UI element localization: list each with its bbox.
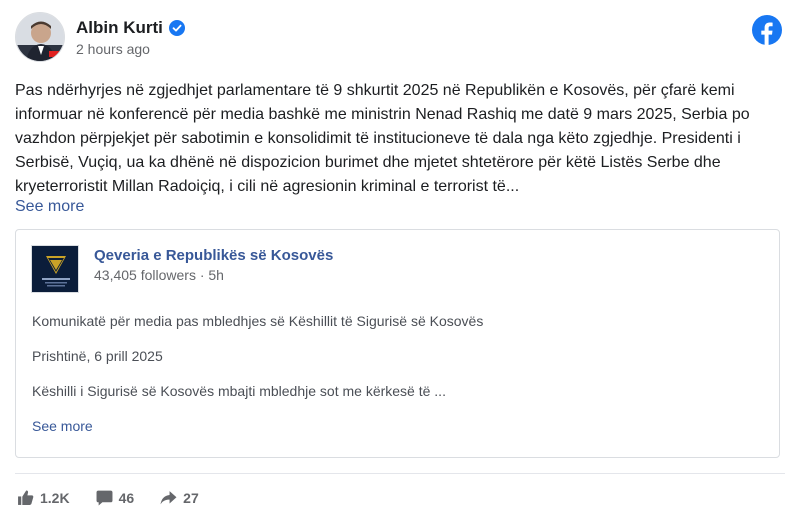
page-avatar[interactable] [31,245,79,293]
comment-icon [96,490,113,506]
shared-text-line: Këshilli i Sigurisë së Kosovës mbajti mb… [32,383,446,399]
comment-count: 46 [118,489,135,506]
divider [15,473,785,474]
reaction-bar: 1.2K 46 27 [17,489,225,506]
author-avatar[interactable] [15,12,65,62]
shared-page-name[interactable]: Qeveria e Republikës së Kosovës [94,247,333,264]
shared-see-more-link[interactable]: See more [32,418,93,434]
like-icon [18,490,34,505]
share-button[interactable]: 27 [160,489,199,506]
author-name[interactable]: Albin Kurti [76,18,163,38]
share-icon [160,491,177,505]
like-count: 1.2K [40,489,70,506]
shared-text-line: Komunikatë për media pas mbledhjes së Kë… [32,313,484,329]
post-timestamp[interactable]: 2 hours ago [76,41,150,57]
comment-button[interactable]: 46 [96,489,135,506]
see-more-link[interactable]: See more [15,198,84,216]
facebook-post: Albin Kurti 2 hours ago Pas ndërhyrjes n… [0,0,799,529]
shared-page-meta: 43,405 followers · 5h [94,267,224,283]
author-row: Albin Kurti [76,18,185,38]
author-photo [16,13,64,61]
shared-text-line: Prishtinë, 6 prill 2025 [32,348,163,364]
facebook-logo-icon[interactable] [752,15,782,45]
post-header: Albin Kurti 2 hours ago [15,12,785,64]
government-logo-icon [32,246,78,292]
share-count: 27 [183,489,199,506]
post-text: Pas ndërhyrjes në zgjedhjet parlamentare… [15,82,750,195]
like-button[interactable]: 1.2K [17,489,70,506]
shared-post-card[interactable]: Qeveria e Republikës së Kosovës 43,405 f… [15,229,780,458]
verified-badge-icon [168,20,185,36]
